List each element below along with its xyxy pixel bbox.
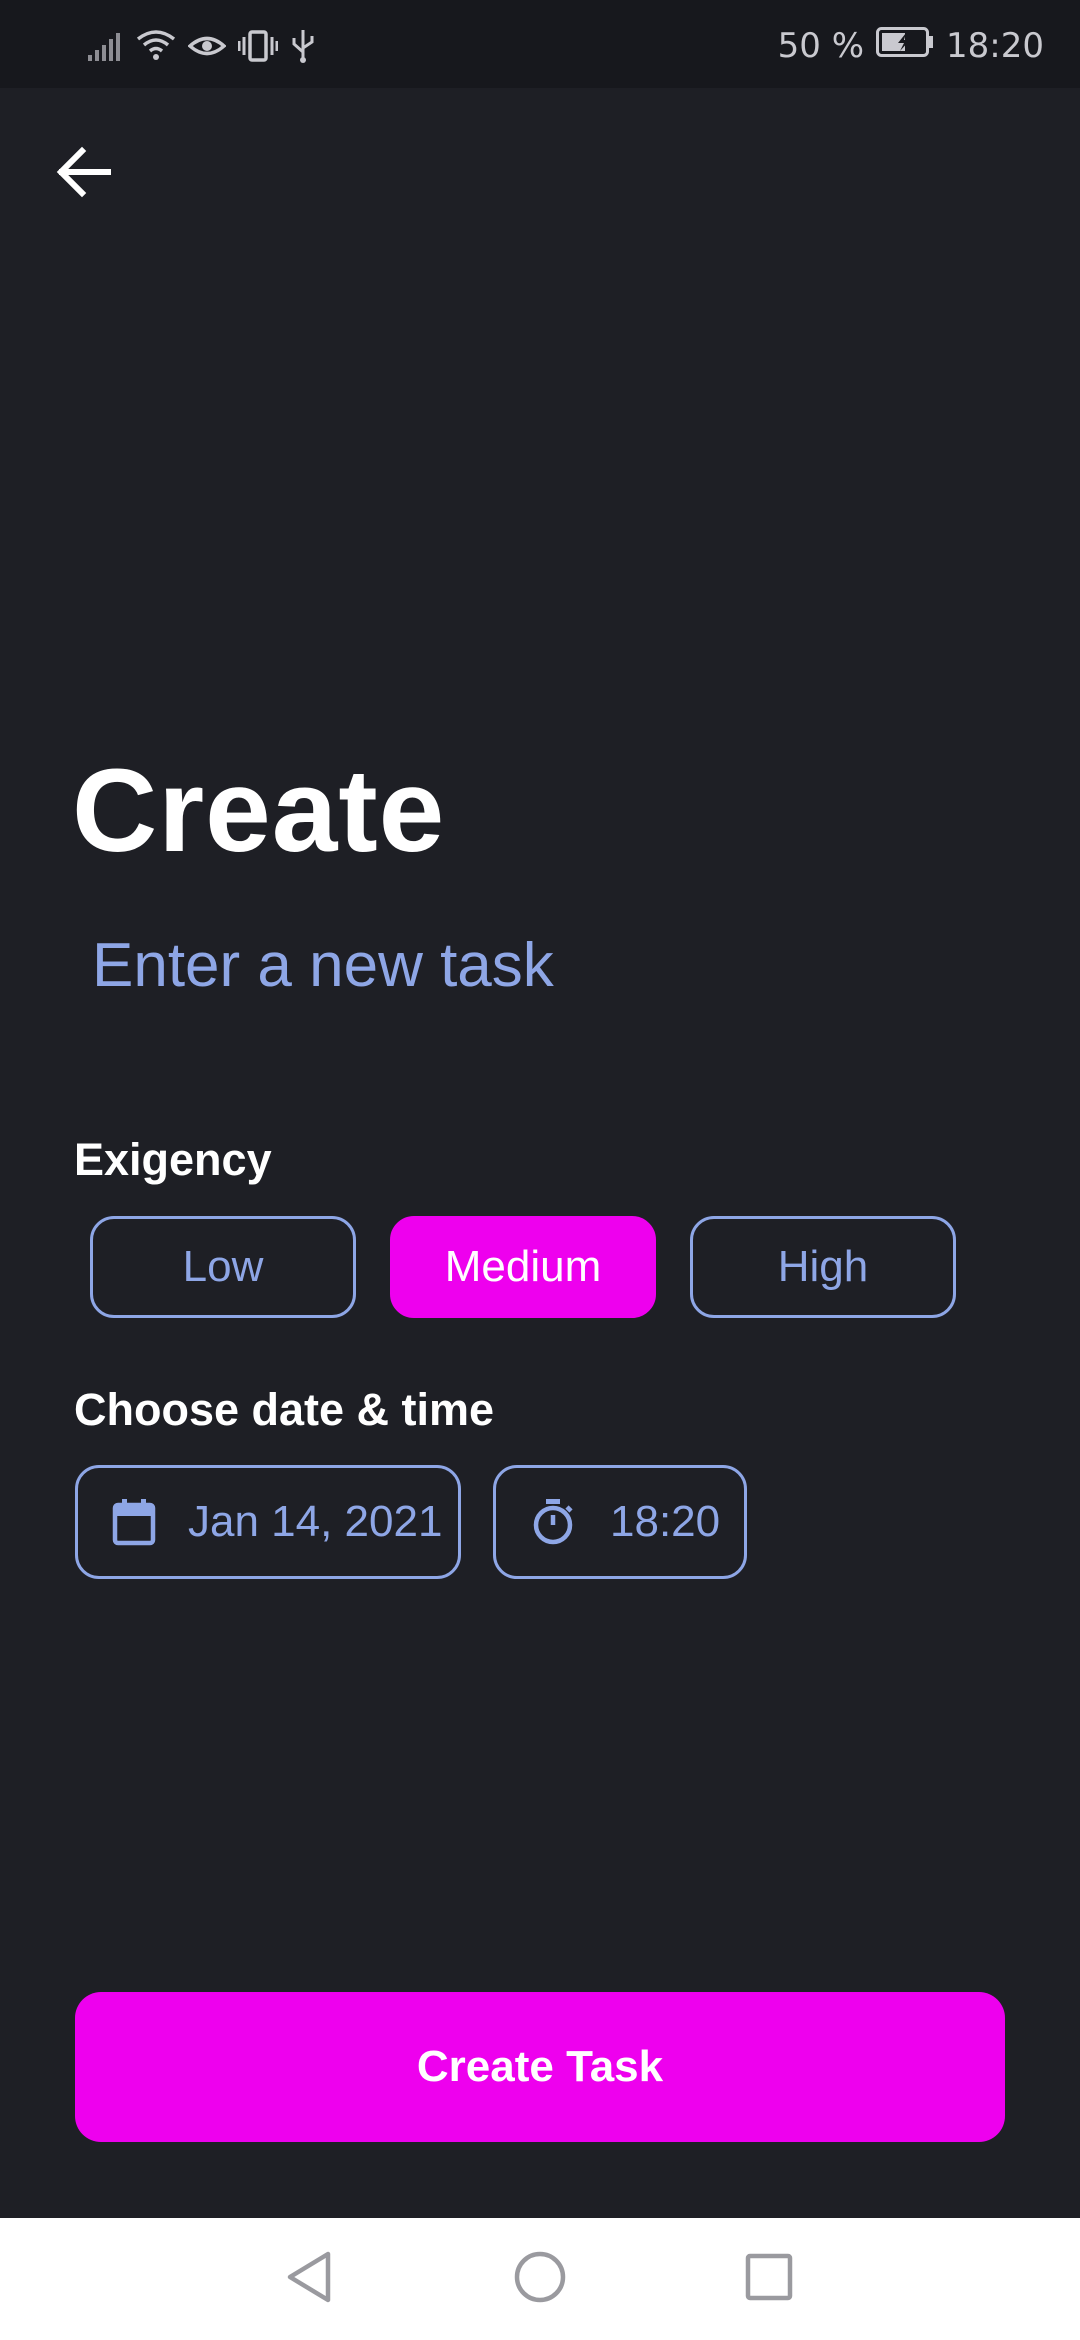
task-input[interactable] xyxy=(86,920,998,1010)
nav-recents-icon xyxy=(745,2253,793,2306)
status-time: 18:20 xyxy=(946,26,1044,66)
status-right: 50 % 18:20 xyxy=(778,20,1044,72)
nav-home-icon xyxy=(513,2250,567,2309)
wifi-icon xyxy=(136,29,176,63)
battery-percent: 50 % xyxy=(777,26,865,66)
time-value: 18:20 xyxy=(610,1497,721,1546)
vibrate-icon xyxy=(238,29,278,63)
exigency-high-label: High xyxy=(777,1242,869,1291)
exigency-high-chip[interactable]: High xyxy=(690,1216,956,1318)
battery-charging-icon xyxy=(876,26,934,66)
exigency-label: Exigency xyxy=(74,1134,272,1185)
status-bar: 50 % 18:20 xyxy=(0,0,1080,88)
stopwatch-icon xyxy=(532,1498,574,1546)
nav-recents-button[interactable] xyxy=(734,2244,804,2314)
calendar-icon xyxy=(112,1498,156,1546)
create-task-screen: 50 % 18:20 Create Exigency Low xyxy=(0,0,1080,2340)
back-button[interactable] xyxy=(48,138,120,210)
status-icons xyxy=(88,24,316,68)
signal-icon xyxy=(88,31,124,61)
nav-home-button[interactable] xyxy=(505,2244,575,2314)
exigency-medium-label: Medium xyxy=(444,1242,602,1291)
time-picker-button[interactable]: 18:20 xyxy=(493,1465,747,1579)
create-task-button[interactable]: Create Task xyxy=(75,1992,1005,2142)
eye-comfort-icon xyxy=(188,31,226,61)
system-nav-bar xyxy=(0,2218,1080,2340)
datetime-label: Choose date & time xyxy=(74,1384,495,1435)
date-value: Jan 14, 2021 xyxy=(188,1497,443,1546)
exigency-low-label: Low xyxy=(182,1242,264,1291)
date-picker-button[interactable]: Jan 14, 2021 xyxy=(75,1465,461,1579)
exigency-medium-chip[interactable]: Medium xyxy=(390,1216,656,1318)
page-title: Create xyxy=(72,745,446,877)
exigency-low-chip[interactable]: Low xyxy=(90,1216,356,1318)
usb-icon xyxy=(290,28,316,64)
nav-back-icon xyxy=(284,2250,334,2309)
arrow-left-icon xyxy=(56,146,112,203)
nav-back-button[interactable] xyxy=(274,2244,344,2314)
